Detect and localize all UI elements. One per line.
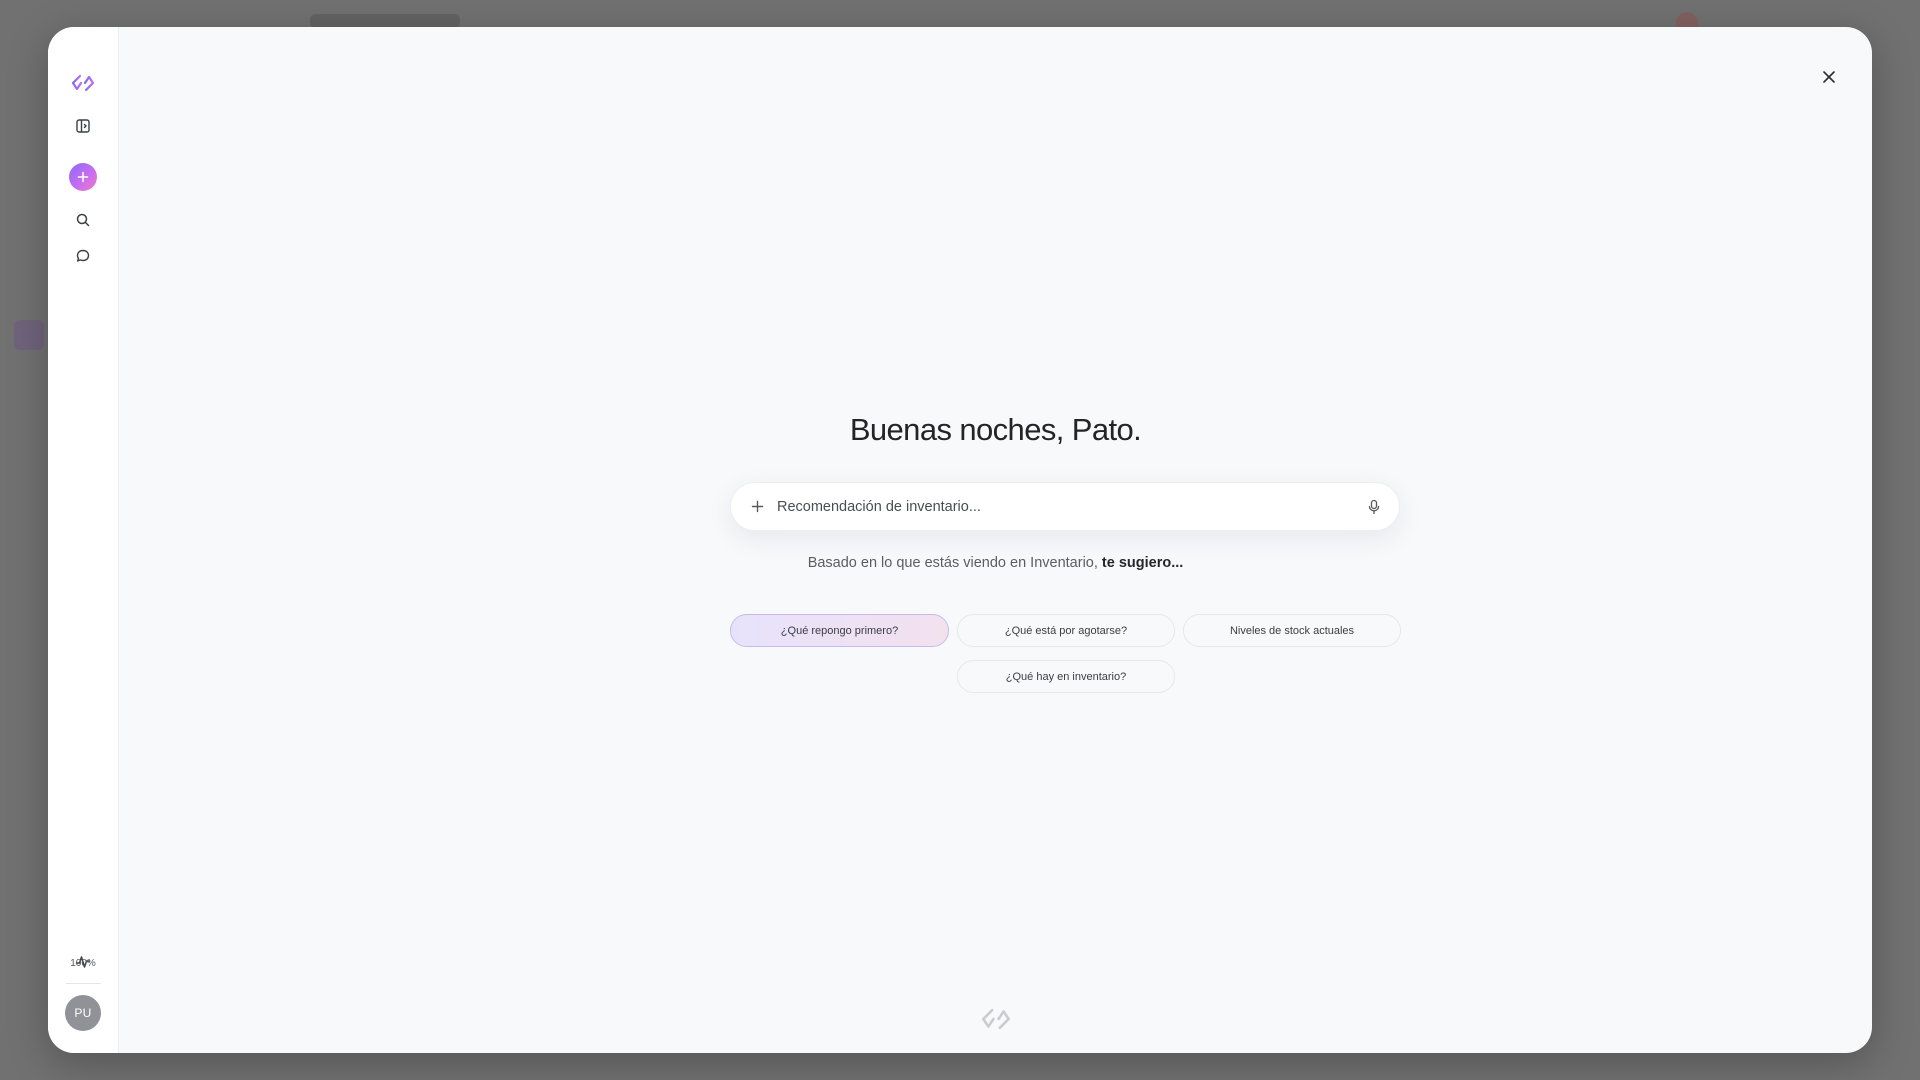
chat-bubble-icon[interactable] xyxy=(67,240,99,272)
suggestion-chip[interactable]: ¿Qué hay en inventario? xyxy=(957,660,1175,693)
greeting-title: Buenas noches, Pato. xyxy=(849,412,1142,447)
suggestion-intro-bold: te sugiero... xyxy=(1101,555,1184,571)
backdrop-shape xyxy=(310,14,460,28)
main-panel: Buenas noches, Pato. Basado en lo que es… xyxy=(119,27,1872,1053)
suggestion-chip[interactable]: Niveles de stock actuales xyxy=(1183,614,1401,647)
divider xyxy=(66,983,101,984)
prompt-input[interactable] xyxy=(777,498,1363,515)
search-icon[interactable] xyxy=(67,204,99,236)
suggestion-chip[interactable]: ¿Qué está por agotarse? xyxy=(957,614,1175,647)
plus-icon xyxy=(69,163,97,191)
microphone-icon[interactable] xyxy=(1363,496,1385,518)
brand-watermark-icon xyxy=(977,1006,1015,1037)
composer xyxy=(730,482,1400,531)
sidebar-toggle-icon[interactable] xyxy=(67,110,99,142)
suggestion-chip[interactable]: ¿Qué repongo primero? xyxy=(730,614,949,647)
suggestion-intro-text: Basado en lo que estás viendo en Inventa… xyxy=(807,555,1102,571)
backdrop-shape xyxy=(14,320,44,350)
close-icon[interactable] xyxy=(1814,62,1844,92)
zoom-level: 100% xyxy=(70,958,96,969)
suggestion-intro: Basado en lo que estás viendo en Inventa… xyxy=(119,555,1872,571)
assistant-modal: 100% PU Buenas noches, Pato. Basado en l… xyxy=(48,27,1872,1053)
sidebar-rail: 100% PU xyxy=(48,27,119,1053)
brand-logo-icon[interactable] xyxy=(67,67,99,99)
attach-plus-icon[interactable] xyxy=(747,497,767,517)
avatar[interactable]: PU xyxy=(65,995,101,1031)
new-chat-button[interactable] xyxy=(67,161,99,193)
